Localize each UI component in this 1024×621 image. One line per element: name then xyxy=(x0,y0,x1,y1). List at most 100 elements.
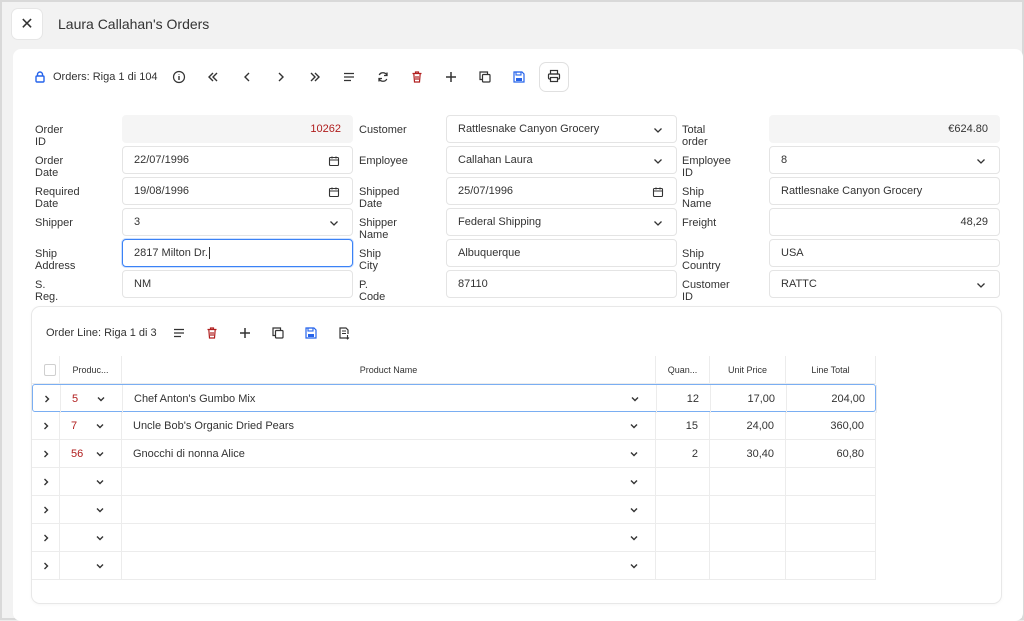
expand-row-icon[interactable] xyxy=(32,524,60,552)
product-name-cell[interactable]: Gnocchi di nonna Alice xyxy=(122,440,656,468)
line-total-cell[interactable]: 60,80 xyxy=(786,440,876,468)
ship-country-field[interactable]: USA xyxy=(769,239,1000,267)
last-record-icon[interactable] xyxy=(298,63,332,91)
chevron-down-icon xyxy=(629,561,639,574)
info-icon[interactable] xyxy=(162,63,196,91)
unit-price-cell[interactable]: 17,00 xyxy=(711,385,787,413)
product-name-cell[interactable] xyxy=(122,552,656,580)
shipper-select[interactable]: 3 xyxy=(122,208,353,236)
expand-row-icon[interactable] xyxy=(33,385,61,413)
line-total-cell[interactable] xyxy=(786,552,876,580)
product-cell[interactable] xyxy=(60,496,122,524)
employee-id-select[interactable]: 8 xyxy=(769,146,1000,174)
line-total-cell[interactable] xyxy=(786,468,876,496)
expand-row-icon[interactable] xyxy=(32,468,60,496)
s-reg-field[interactable]: NM xyxy=(122,270,353,298)
expand-row-icon[interactable] xyxy=(32,440,60,468)
chevron-down-icon xyxy=(95,477,105,490)
product-cell[interactable] xyxy=(60,524,122,552)
product-name-cell[interactable] xyxy=(122,496,656,524)
previous-record-icon[interactable] xyxy=(230,63,264,91)
table-row[interactable]: 7 Uncle Bob's Organic Dried Pears 15 24,00 3… xyxy=(32,412,876,440)
print-button[interactable] xyxy=(540,63,568,91)
add-icon[interactable] xyxy=(229,319,262,347)
table-row[interactable] xyxy=(32,524,876,552)
column-header-product-name[interactable]: Product Name xyxy=(122,356,656,384)
list-icon[interactable] xyxy=(332,63,366,91)
product-name-cell[interactable]: Uncle Bob's Organic Dried Pears xyxy=(122,412,656,440)
shipped-date-field[interactable]: 25/07/1996 xyxy=(446,177,677,205)
product-cell[interactable]: 5 xyxy=(61,385,123,413)
expand-row-icon[interactable] xyxy=(32,496,60,524)
table-row[interactable] xyxy=(32,468,876,496)
line-total-cell[interactable] xyxy=(786,496,876,524)
first-record-icon[interactable] xyxy=(196,63,230,91)
unit-price-cell[interactable] xyxy=(710,496,786,524)
product-cell[interactable]: 7 xyxy=(60,412,122,440)
table-row[interactable] xyxy=(32,552,876,580)
line-total-cell[interactable]: 204,00 xyxy=(787,385,877,413)
shipper-name-label: Shipper Name xyxy=(359,217,397,241)
product-cell[interactable]: 56 xyxy=(60,440,122,468)
product-cell[interactable] xyxy=(60,468,122,496)
save-icon[interactable] xyxy=(502,63,536,91)
unit-price-cell[interactable]: 24,00 xyxy=(710,412,786,440)
quantity-value: 15 xyxy=(685,420,698,432)
refresh-icon[interactable] xyxy=(366,63,400,91)
table-row[interactable]: 5 Chef Anton's Gumbo Mix 12 17,00 204,00 xyxy=(32,384,877,413)
column-header-product[interactable]: Produc... xyxy=(60,356,122,384)
column-header-line-total[interactable]: Line Total xyxy=(786,356,876,384)
column-header-unit-price[interactable]: Unit Price xyxy=(710,356,786,384)
p-code-field[interactable]: 87110 xyxy=(446,270,677,298)
expand-row-icon[interactable] xyxy=(32,552,60,580)
line-total-cell[interactable] xyxy=(786,524,876,552)
grid-header: Produc... Product Name Quan... Unit Pric… xyxy=(32,356,876,384)
product-name-cell[interactable] xyxy=(122,468,656,496)
expand-row-icon[interactable] xyxy=(32,412,60,440)
add-icon[interactable] xyxy=(434,63,468,91)
customer-select[interactable]: Rattlesnake Canyon Grocery xyxy=(446,115,677,143)
required-date-field[interactable]: 19/08/1996 xyxy=(122,177,353,205)
order-date-field[interactable]: 22/07/1996 xyxy=(122,146,353,174)
total-order-field: €624.80 xyxy=(769,115,1000,143)
delete-icon[interactable] xyxy=(196,319,229,347)
delete-icon[interactable] xyxy=(400,63,434,91)
next-record-icon[interactable] xyxy=(264,63,298,91)
customer-id-select[interactable]: RATTC xyxy=(769,270,1000,298)
ship-city-field[interactable]: Albuquerque xyxy=(446,239,677,267)
quantity-cell[interactable]: 2 xyxy=(656,440,710,468)
select-all-checkbox[interactable] xyxy=(43,364,56,376)
unit-price-cell[interactable] xyxy=(710,468,786,496)
calendar-icon[interactable] xyxy=(328,155,340,167)
quantity-cell[interactable] xyxy=(656,552,710,580)
product-name-cell[interactable]: Chef Anton's Gumbo Mix xyxy=(123,385,657,413)
ship-name-field[interactable]: Rattlesnake Canyon Grocery xyxy=(769,177,1000,205)
column-header-quantity[interactable]: Quan... xyxy=(656,356,710,384)
calendar-icon[interactable] xyxy=(652,186,664,198)
product-name-cell[interactable] xyxy=(122,524,656,552)
duplicate-icon[interactable] xyxy=(468,63,502,91)
shipper-name-select[interactable]: Federal Shipping xyxy=(446,208,677,236)
save-icon[interactable] xyxy=(295,319,328,347)
quantity-cell[interactable]: 12 xyxy=(657,385,711,413)
calendar-icon[interactable] xyxy=(328,186,340,198)
quantity-cell[interactable] xyxy=(656,468,710,496)
lock-icon[interactable] xyxy=(27,63,53,91)
quantity-cell[interactable]: 15 xyxy=(656,412,710,440)
unit-price-cell[interactable]: 30,40 xyxy=(710,440,786,468)
list-icon[interactable] xyxy=(163,319,196,347)
employee-select[interactable]: Callahan Laura xyxy=(446,146,677,174)
unit-price-cell[interactable] xyxy=(710,524,786,552)
quantity-cell[interactable] xyxy=(656,524,710,552)
export-icon[interactable] xyxy=(328,319,361,347)
unit-price-cell[interactable] xyxy=(710,552,786,580)
ship-address-field[interactable]: 2817 Milton Dr. xyxy=(122,239,353,267)
table-row[interactable]: 56 Gnocchi di nonna Alice 2 30,40 60,80 xyxy=(32,440,876,468)
freight-field[interactable]: 48,29 xyxy=(769,208,1000,236)
product-cell[interactable] xyxy=(60,552,122,580)
line-total-cell[interactable]: 360,00 xyxy=(786,412,876,440)
duplicate-icon[interactable] xyxy=(262,319,295,347)
close-button[interactable]: ✕ xyxy=(12,9,42,39)
quantity-cell[interactable] xyxy=(656,496,710,524)
table-row[interactable] xyxy=(32,496,876,524)
